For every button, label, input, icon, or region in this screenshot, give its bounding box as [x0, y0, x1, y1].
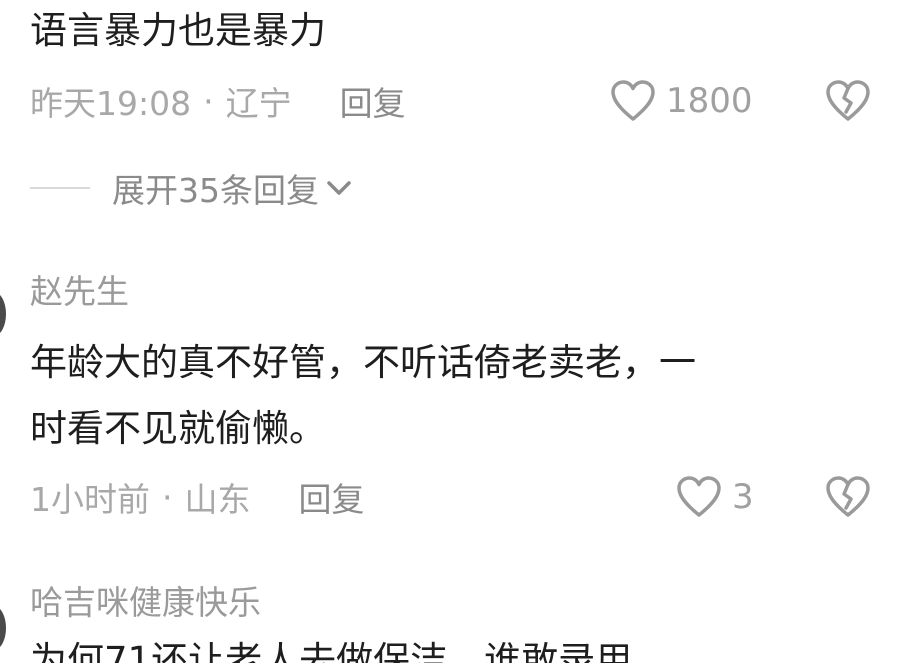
- comment-text-line: 年龄大的真不好管，不听话倚老卖老，一: [30, 341, 696, 384]
- meta-separator: ·: [162, 477, 173, 517]
- broken-heart-icon: [826, 80, 870, 121]
- expand-replies-label: 展开35条回复: [112, 171, 319, 210]
- chevron-down-icon: [327, 181, 351, 195]
- comment-text-line: 时看不见就偷懒。: [30, 407, 326, 450]
- like-count: 1800: [666, 81, 753, 121]
- comment-text-line: 为何71还让老人去做保洁，谁敢录用: [30, 639, 633, 663]
- meta-separator: ·: [203, 81, 214, 121]
- avatar[interactable]: [0, 292, 6, 336]
- expand-replies-button[interactable]: 展开35条回复: [30, 166, 353, 210]
- like-button[interactable]: 3: [676, 475, 754, 519]
- dislike-button[interactable]: [825, 475, 871, 519]
- comment-meta: 1小时前 · 山东 回复: [30, 473, 365, 521]
- comment-time: 昨天19:08: [30, 84, 192, 123]
- comment-username[interactable]: 赵先生: [30, 272, 129, 312]
- reply-button[interactable]: 回复: [299, 473, 365, 521]
- like-button[interactable]: 1800: [610, 79, 753, 123]
- comment-feed: 语言暴力也是暴力 昨天19:08 · 辽宁 回复 1800 展开35条回复 赵先…: [0, 0, 919, 663]
- comment-meta: 昨天19:08 · 辽宁 回复: [30, 77, 406, 125]
- like-count: 3: [732, 477, 754, 517]
- comment-location: 山东: [184, 480, 251, 519]
- comment-time: 1小时前: [30, 480, 150, 519]
- comment-text: 语言暴力也是暴力: [30, 9, 326, 52]
- heart-outline-icon: [677, 476, 721, 517]
- heart-outline-icon: [611, 80, 655, 121]
- broken-heart-icon: [826, 476, 870, 517]
- comment-location: 辽宁: [225, 84, 292, 123]
- dislike-button[interactable]: [825, 79, 871, 123]
- avatar[interactable]: [0, 606, 6, 650]
- expand-divider: [30, 187, 90, 189]
- reply-button[interactable]: 回复: [340, 77, 406, 125]
- comment-username[interactable]: 哈吉咪健康快乐: [30, 583, 261, 623]
